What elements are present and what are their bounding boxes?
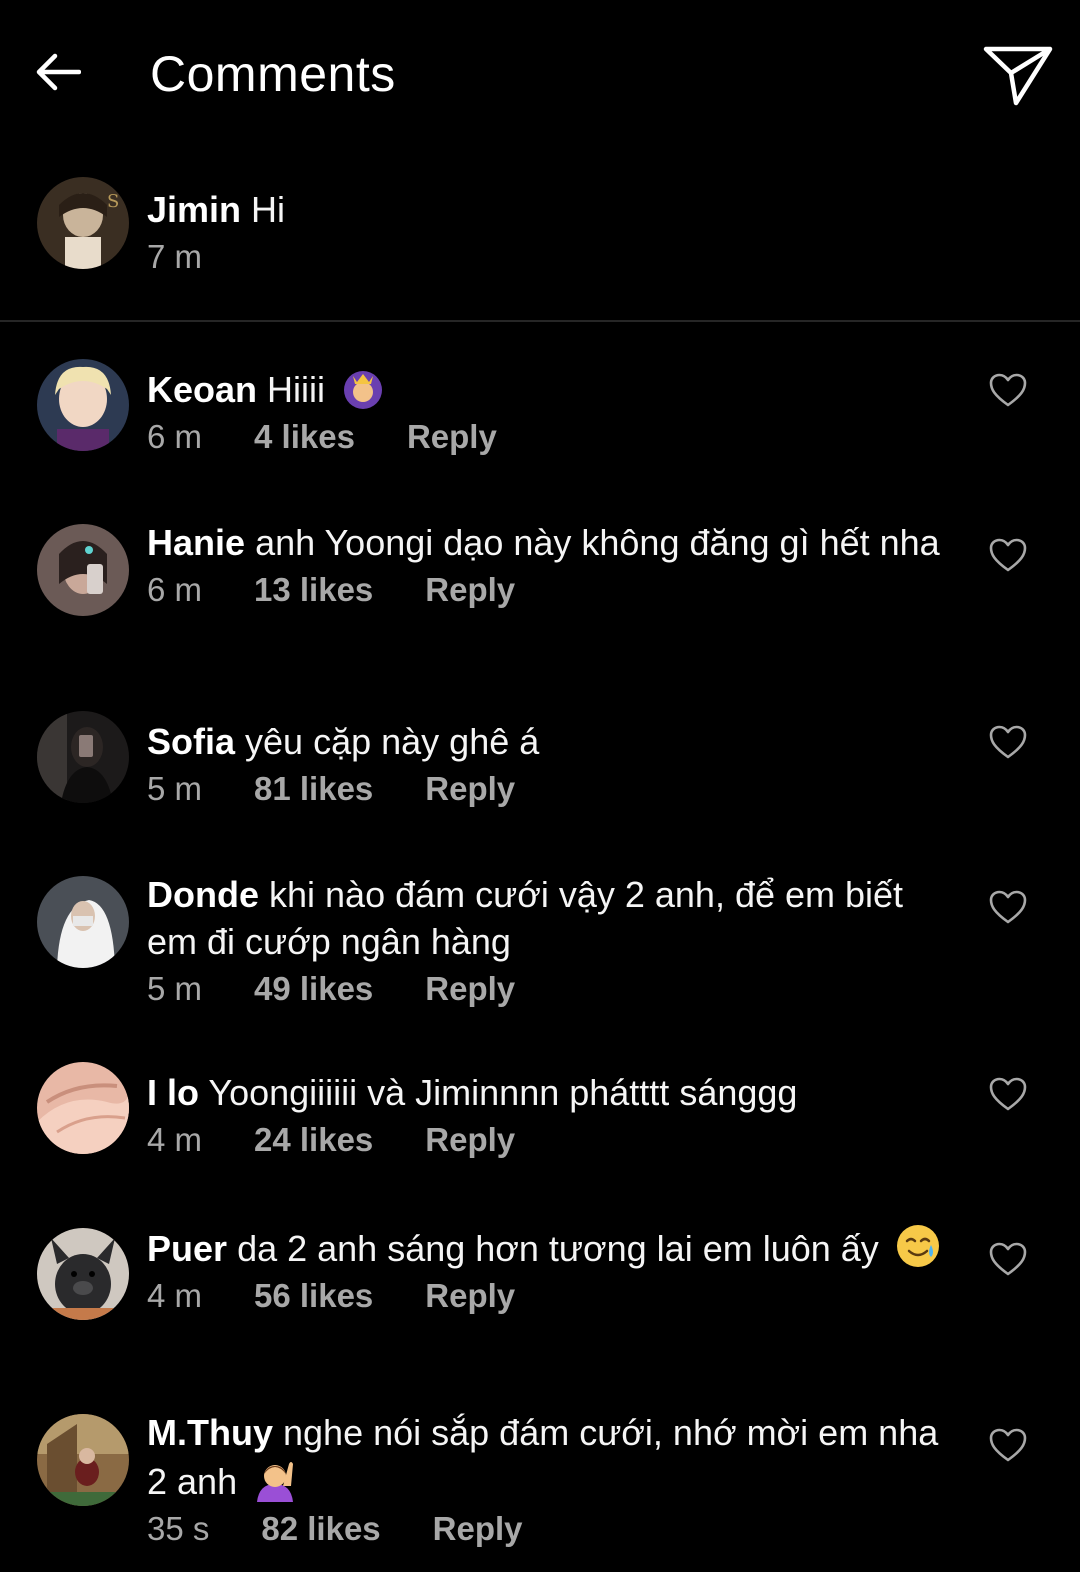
comment-body: khi nào đám cưới vậy 2 anh, để em biết e… [147, 874, 904, 962]
comment-text: Sofia yêu cặp này ghê á [147, 718, 947, 765]
comment-meta: 5 m 49 likes Reply [147, 969, 947, 1009]
caption-time: 7 m [147, 238, 203, 275]
comment-username[interactable]: I lo [147, 1072, 199, 1113]
heart-icon[interactable] [988, 724, 1028, 760]
likes-count[interactable]: 4 likes [254, 417, 355, 457]
caption-meta: 7 m [147, 237, 947, 277]
comment-time: 4 m [147, 1277, 203, 1314]
comment-body: da 2 anh sáng hơn tương lai em luôn ấy [237, 1228, 879, 1269]
list-item: Puer da 2 anh sáng hơn tương lai em luôn… [147, 1223, 947, 1316]
comment-text: Keoan Hiiii [147, 366, 947, 413]
comment-body: Yoongiiiiii và Jiminnnn phátttt sánggg [208, 1072, 798, 1113]
avatar[interactable] [37, 1062, 129, 1154]
reply-button[interactable]: Reply [425, 969, 515, 1009]
reply-button[interactable]: Reply [425, 1120, 515, 1160]
avatar[interactable] [37, 1228, 129, 1320]
likes-count[interactable]: 49 likes [254, 969, 373, 1009]
reply-button[interactable]: Reply [425, 769, 515, 809]
avatar[interactable] [37, 876, 129, 968]
likes-count[interactable]: 56 likes [254, 1276, 373, 1316]
comment-username[interactable]: Puer [147, 1228, 227, 1269]
top-bar: Comments [0, 0, 1080, 150]
comment-meta: 6 m 13 likes Reply [147, 570, 947, 610]
list-item: Keoan Hiiii 6 m 4 likes Reply [147, 366, 947, 457]
comment-username[interactable]: M.Thuy [147, 1412, 273, 1453]
list-item: Sofia yêu cặp này ghê á 5 m 81 likes Reply [147, 718, 947, 809]
list-item: Hanie anh Yoongi dạo này không đăng gì h… [147, 519, 947, 610]
avatar[interactable] [37, 1414, 129, 1506]
list-item: M.Thuy nghe nói sắp đám cưới, nhớ mời em… [147, 1409, 947, 1549]
back-button[interactable] [28, 42, 88, 102]
comment-time: 4 m [147, 1121, 203, 1158]
avatar[interactable] [37, 359, 129, 451]
reply-button[interactable]: Reply [407, 417, 497, 457]
reply-button[interactable]: Reply [425, 570, 515, 610]
comment-text: I lo Yoongiiiiii và Jiminnnn phátttt sán… [147, 1069, 947, 1116]
comment-username[interactable]: Hanie [147, 522, 245, 563]
likes-count[interactable]: 82 likes [261, 1509, 380, 1549]
comment-time: 5 m [147, 770, 203, 807]
likes-count[interactable]: 81 likes [254, 769, 373, 809]
comment-meta: 4 m 56 likes Reply [147, 1276, 947, 1316]
caption-text: Jimin Hi [147, 186, 947, 233]
comment-text: Puer da 2 anh sáng hơn tương lai em luôn… [147, 1223, 947, 1272]
list-item: I lo Yoongiiiiii và Jiminnnn phátttt sán… [147, 1069, 947, 1160]
avatar[interactable] [37, 524, 129, 616]
comment-text: M.Thuy nghe nói sắp đám cưới, nhớ mời em… [147, 1409, 947, 1505]
comment-time: 6 m [147, 418, 203, 455]
paper-plane-icon [983, 46, 1053, 106]
comment-time: 6 m [147, 571, 203, 608]
heart-icon[interactable] [988, 372, 1028, 408]
comment-time: 35 s [147, 1510, 210, 1547]
reply-button[interactable]: Reply [433, 1509, 523, 1549]
heart-icon[interactable] [988, 1076, 1028, 1112]
comment-meta: 5 m 81 likes Reply [147, 769, 947, 809]
comment-text: Donde khi nào đám cưới vậy 2 anh, để em … [147, 871, 947, 965]
heart-icon[interactable] [988, 1241, 1028, 1277]
heart-icon[interactable] [988, 1427, 1028, 1463]
heart-icon[interactable] [988, 889, 1028, 925]
comment-meta: 4 m 24 likes Reply [147, 1120, 947, 1160]
reply-button[interactable]: Reply [425, 1276, 515, 1316]
caption-username[interactable]: Jimin [147, 189, 241, 230]
comment-username[interactable]: Sofia [147, 721, 235, 762]
comment-time: 5 m [147, 970, 203, 1007]
avatar[interactable] [37, 711, 129, 803]
post-caption: S Jimin Hi 7 m [0, 150, 1080, 322]
share-button[interactable] [980, 40, 1056, 110]
comment-username[interactable]: Keoan [147, 369, 257, 410]
svg-text:S: S [107, 191, 119, 212]
smiling-face-with-tear-emoji [896, 1225, 939, 1267]
comment-username[interactable]: Donde [147, 874, 259, 915]
comment-body: anh Yoongi dạo này không đăng gì hết nha [255, 522, 940, 563]
caption-body: Hi [251, 189, 286, 230]
page-title: Comments [150, 46, 396, 102]
likes-count[interactable]: 13 likes [254, 570, 373, 610]
comment-text: Hanie anh Yoongi dạo này không đăng gì h… [147, 519, 947, 566]
woman-with-crown-emoji [344, 371, 383, 409]
comment-meta: 6 m 4 likes Reply [147, 417, 947, 457]
heart-icon[interactable] [988, 537, 1028, 573]
arrow-left-icon [36, 53, 81, 91]
comment-meta: 35 s 82 likes Reply [147, 1509, 947, 1549]
woman-raising-hand-emoji [257, 1462, 294, 1502]
comment-body: Hiiii [267, 369, 326, 410]
list-item: Donde khi nào đám cưới vậy 2 anh, để em … [147, 871, 947, 1009]
likes-count[interactable]: 24 likes [254, 1120, 373, 1160]
comment-body: yêu cặp này ghê á [245, 721, 540, 762]
avatar[interactable]: S [37, 177, 129, 269]
